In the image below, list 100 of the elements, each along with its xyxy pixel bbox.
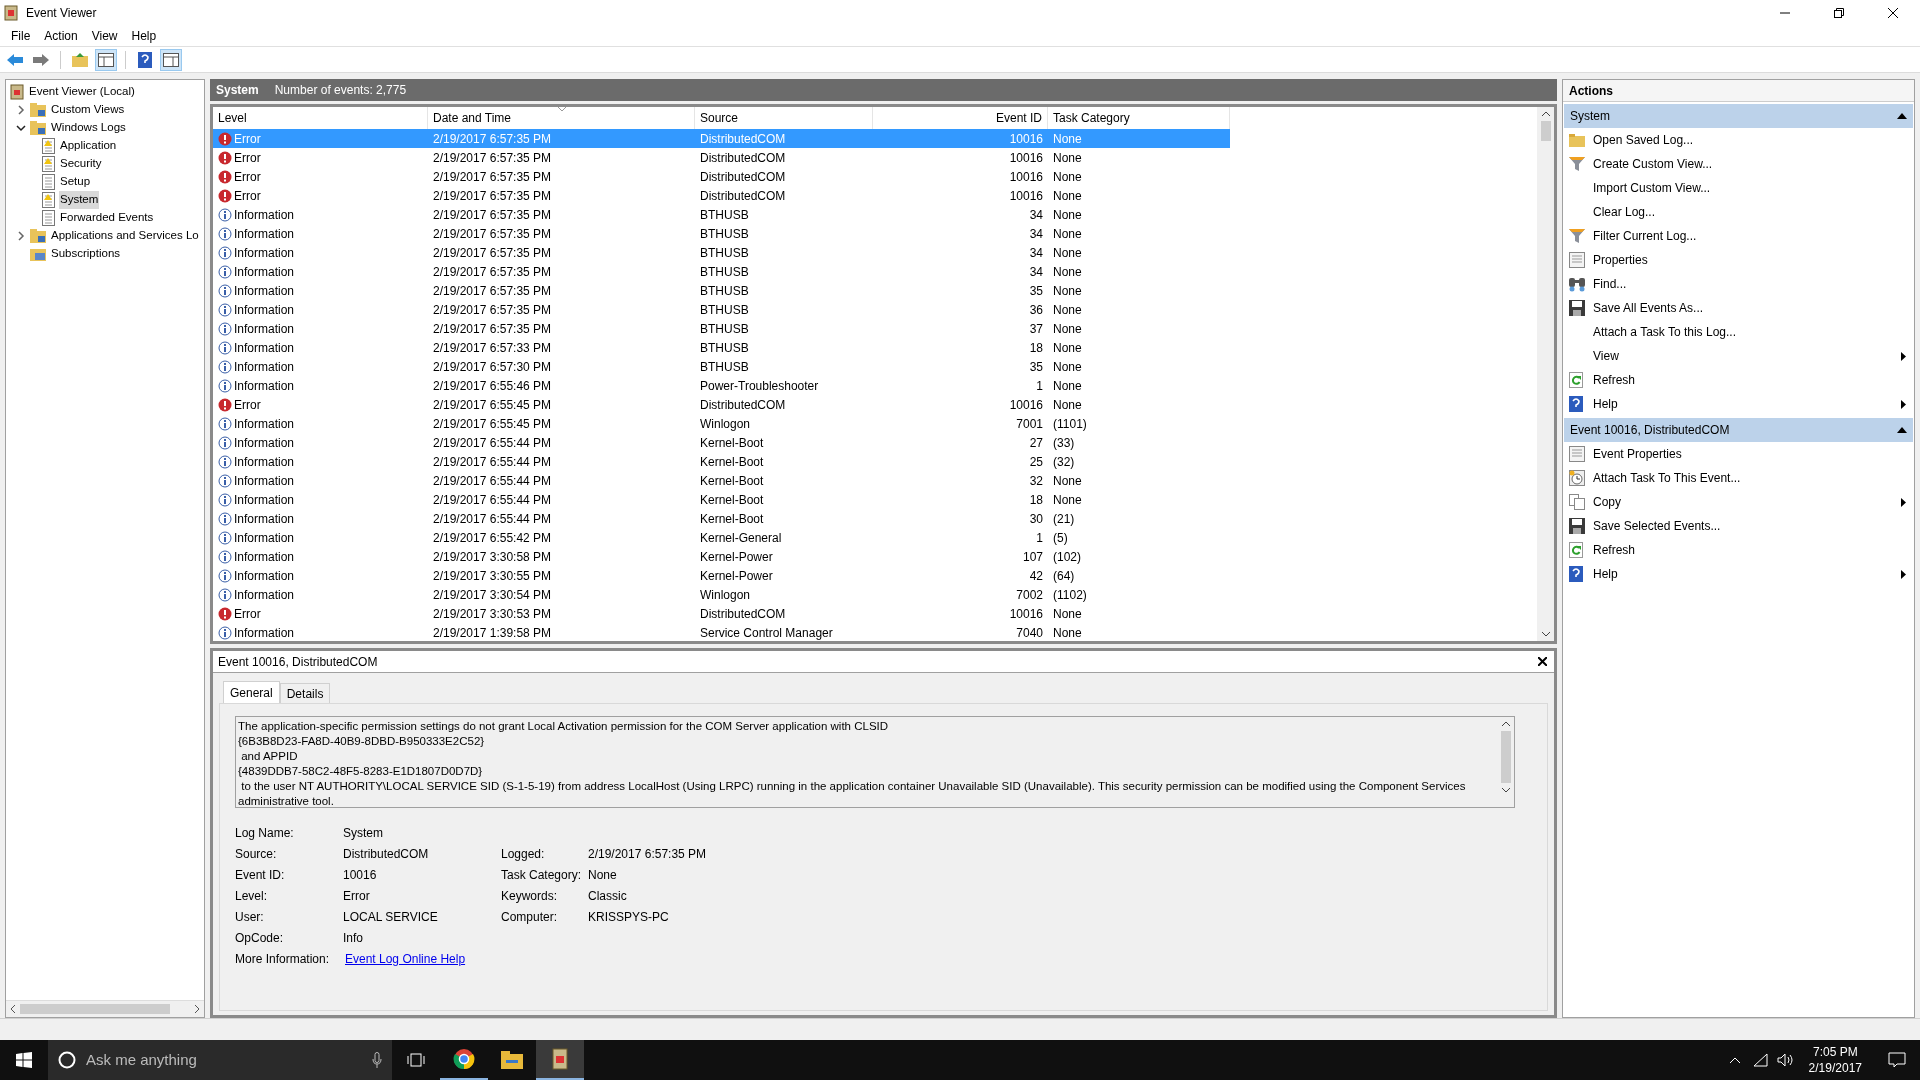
table-row[interactable]: Error 2/19/2017 3:30:53 PM DistributedCOM 10016 None — [213, 604, 1230, 623]
task-link[interactable]: Help — [1593, 565, 1618, 583]
notifications-icon[interactable] — [1888, 1052, 1906, 1068]
table-row[interactable]: Error 2/19/2017 6:57:35 PM DistributedCOM 10016 None — [213, 148, 1230, 167]
table-row[interactable]: Information 2/19/2017 6:57:35 PM BTHUSB 36 None — [213, 300, 1230, 319]
tab[interactable]: Details — [279, 683, 331, 703]
tree-item[interactable]: Applications and Services Lo — [50, 227, 200, 245]
speaker-icon[interactable] — [1776, 1053, 1793, 1067]
collapsed-caret-icon[interactable] — [16, 231, 26, 241]
table-row[interactable]: Information 2/19/2017 6:57:35 PM BTHUSB 34 None — [213, 243, 1230, 262]
task-link[interactable]: Copy — [1593, 493, 1621, 511]
table-row[interactable]: Information 2/19/2017 6:55:44 PM Kernel-Boot 32 None — [213, 471, 1230, 490]
folder-icon — [30, 121, 46, 135]
table-row[interactable]: Information 2/19/2017 6:55:44 PM Kernel-Boot 27 (33) — [213, 433, 1230, 452]
table-row[interactable]: Information 2/19/2017 6:55:44 PM Kernel-Boot 25 (32) — [213, 452, 1230, 471]
table-row[interactable]: Information 2/19/2017 6:55:45 PM Winlogon 7001 (1101) — [213, 414, 1230, 433]
tree-item[interactable]: Custom Views — [50, 101, 126, 119]
show-tree-button[interactable] — [95, 48, 117, 71]
table-cell-text: Information — [234, 244, 295, 262]
task-link[interactable]: Event Properties — [1593, 445, 1682, 463]
section-header[interactable]: System — [1564, 104, 1913, 128]
menu-bar-entry[interactable]: Help — [124, 26, 164, 46]
log-book-icon — [552, 1048, 568, 1070]
table-row[interactable]: Information 2/19/2017 6:57:35 PM BTHUSB 35 None — [213, 281, 1230, 300]
menu-bar-entry[interactable]: Action — [37, 26, 85, 46]
task-link[interactable]: Refresh — [1593, 541, 1636, 559]
table-row[interactable]: Error 2/19/2017 6:57:35 PM DistributedCOM 10016 None — [213, 186, 1230, 205]
table-row[interactable]: Information 2/19/2017 6:55:42 PM Kernel-General 1 (5) — [213, 528, 1230, 547]
tab[interactable]: General — [223, 681, 280, 703]
table-row[interactable]: Information 2/19/2017 6:55:46 PM Power-Troubleshooter 1 None — [213, 376, 1230, 395]
table-cell-text: Information — [234, 586, 295, 604]
table-row[interactable]: Error 2/19/2017 6:57:35 PM DistributedCOM 10016 None — [213, 167, 1230, 186]
table-cell-text: None — [1053, 244, 1082, 262]
microphone-icon[interactable] — [372, 1052, 382, 1068]
table-row[interactable]: Information 2/19/2017 3:30:55 PM Kernel-Power 42 (64) — [213, 566, 1230, 585]
table-row[interactable]: Information 2/19/2017 6:57:35 PM BTHUSB 34 None — [213, 205, 1230, 224]
table-row[interactable]: Information 2/19/2017 3:30:58 PM Kernel-Power 107 (102) — [213, 547, 1230, 566]
task-link[interactable]: Create Custom View... — [1593, 155, 1713, 173]
clock-date[interactable]: 2/19/2017 — [1808, 1060, 1862, 1076]
section-title: Event 10016, DistributedCOM — [1570, 422, 1730, 439]
table-row[interactable]: Information 2/19/2017 6:57:35 PM BTHUSB 37 None — [213, 319, 1230, 338]
event-viewer-taskbar-icon[interactable] — [536, 1040, 584, 1080]
clock-time[interactable]: 7:05 PM — [1812, 1044, 1858, 1060]
section-header[interactable]: Event 10016, DistributedCOM — [1564, 418, 1913, 442]
search-field[interactable]: Ask me anything — [48, 1040, 392, 1080]
scroll-thumb[interactable] — [1501, 731, 1511, 783]
table-row[interactable]: Information 2/19/2017 6:57:35 PM BTHUSB 34 None — [213, 262, 1230, 281]
tree-item[interactable]: Event Viewer (Local) — [28, 83, 136, 101]
field-label: More Information: — [235, 951, 330, 966]
tree-item[interactable]: Application — [59, 137, 118, 155]
search-input[interactable]: Ask me anything — [86, 1048, 362, 1072]
task-link[interactable]: Filter Current Log... — [1593, 227, 1697, 245]
tree-item[interactable]: Windows Logs — [50, 119, 127, 137]
task-link[interactable]: Open Saved Log... — [1593, 131, 1694, 149]
scroll-thumb[interactable] — [20, 1004, 170, 1014]
collapse-caret-icon[interactable] — [1897, 113, 1907, 119]
tree-item[interactable]: Setup — [59, 173, 92, 191]
collapse-caret-icon[interactable] — [1897, 427, 1907, 433]
task-link[interactable]: Import Custom View... — [1593, 179, 1711, 197]
task-link[interactable]: Save Selected Events... — [1593, 517, 1721, 535]
table-cell-text: 2/19/2017 6:55:46 PM — [433, 377, 552, 395]
task-link[interactable]: View — [1593, 347, 1619, 365]
table-row[interactable]: Information 2/19/2017 6:55:44 PM Kernel-Boot 30 (21) — [213, 509, 1230, 528]
table-row[interactable]: Information 2/19/2017 1:39:58 PM Service Control Manager 7040 None — [213, 623, 1230, 642]
table-row[interactable]: Information 2/19/2017 6:55:44 PM Kernel-Boot 18 None — [213, 490, 1230, 509]
table-cell-text: 42 — [1029, 567, 1043, 585]
table-cell-text: None — [1053, 149, 1082, 167]
task-link[interactable]: Clear Log... — [1593, 203, 1656, 221]
table-row[interactable]: Information 2/19/2017 6:57:35 PM BTHUSB 34 None — [213, 224, 1230, 243]
window-title: Event Viewer — [26, 5, 97, 22]
table-row[interactable]: Information 2/19/2017 3:30:54 PM Winlogon 7002 (1102) — [213, 585, 1230, 604]
field-label: Task Category: — [501, 867, 582, 882]
tree-item[interactable]: Subscriptions — [50, 245, 122, 263]
scroll-thumb[interactable] — [1540, 121, 1551, 141]
close-button[interactable] — [1535, 654, 1549, 669]
help-link[interactable]: Event Log Online Help — [345, 949, 466, 968]
wifi-icon[interactable] — [1752, 1053, 1769, 1067]
chevron-up-icon[interactable] — [1728, 1056, 1741, 1064]
collapsed-caret-icon[interactable] — [16, 105, 26, 115]
tree-item[interactable]: System — [59, 191, 100, 209]
submenu-arrow-icon — [1901, 399, 1906, 409]
task-link[interactable]: Find... — [1593, 275, 1627, 293]
table-row[interactable]: Error 2/19/2017 6:55:45 PM DistributedCOM 10016 None — [213, 395, 1230, 414]
expanded-caret-icon[interactable] — [16, 123, 26, 133]
menu-bar-entry[interactable]: View — [84, 26, 125, 46]
show-actions-button[interactable] — [160, 48, 182, 71]
task-link[interactable]: Properties — [1593, 251, 1648, 269]
vertical-scrollbar[interactable] — [1537, 107, 1554, 641]
task-link[interactable]: Attach Task To This Event... — [1593, 469, 1741, 487]
tree-item[interactable]: Security — [59, 155, 103, 173]
task-link[interactable]: Attach a Task To this Log... — [1593, 323, 1736, 341]
table-row[interactable]: Information 2/19/2017 6:57:33 PM BTHUSB 18 None — [213, 338, 1230, 357]
task-link[interactable]: Refresh — [1593, 371, 1636, 389]
task-link[interactable]: Save All Events As... — [1593, 299, 1704, 317]
scroll-down-icon — [1541, 631, 1550, 637]
horizontal-scrollbar[interactable] — [6, 1000, 204, 1017]
menu-bar-entry[interactable]: File — [4, 26, 38, 46]
table-row[interactable]: Information 2/19/2017 6:57:30 PM BTHUSB 35 None — [213, 357, 1230, 376]
tree-item[interactable]: Forwarded Events — [59, 209, 155, 227]
task-link[interactable]: Help — [1593, 395, 1618, 413]
